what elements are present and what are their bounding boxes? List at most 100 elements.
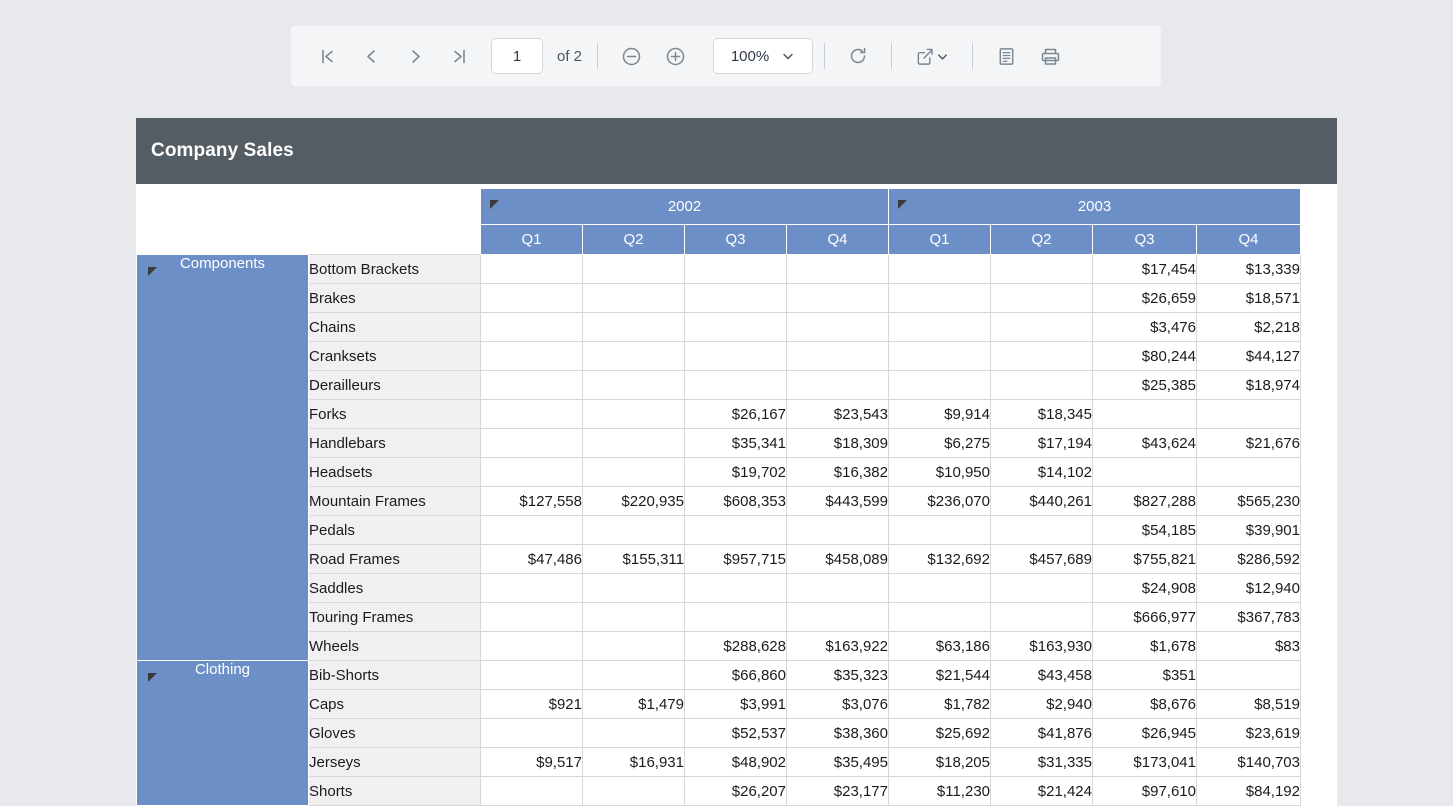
value-cell: $21,424 — [991, 777, 1093, 806]
value-cell: $35,495 — [787, 748, 889, 777]
last-page-button[interactable] — [437, 36, 481, 76]
table-row: Forks$26,167$23,543$9,914$18,345 — [137, 400, 1301, 429]
row-label-cell: Mountain Frames — [309, 487, 481, 516]
matrix-body: ComponentsBottom Brackets$17,454$13,339B… — [137, 255, 1301, 806]
table-row: ClothingBib-Shorts$66,860$35,323$21,544$… — [137, 661, 1301, 690]
print-icon — [1039, 45, 1062, 68]
value-cell — [991, 255, 1093, 284]
zoom-level-dropdown[interactable]: 100% — [713, 38, 813, 74]
next-page-icon — [406, 47, 425, 66]
quarter-header-2002-Q3[interactable]: Q3 — [685, 225, 787, 255]
value-cell — [889, 313, 991, 342]
quarter-header-2002-Q1[interactable]: Q1 — [481, 225, 583, 255]
value-cell — [481, 284, 583, 313]
value-cell — [787, 342, 889, 371]
row-label-cell: Headsets — [309, 458, 481, 487]
table-row: Pedals$54,185$39,901 — [137, 516, 1301, 545]
year-header-2003[interactable]: 2003 — [889, 189, 1301, 225]
document-outline-icon — [996, 46, 1017, 67]
row-label-cell: Saddles — [309, 574, 481, 603]
value-cell: $17,454 — [1093, 255, 1197, 284]
matrix-header: 20022003 Q1Q2Q3Q4Q1Q2Q3Q4 — [137, 189, 1301, 255]
value-cell: $41,876 — [991, 719, 1093, 748]
print-button[interactable] — [1028, 36, 1072, 76]
value-cell — [481, 342, 583, 371]
collapse-triangle-icon[interactable] — [148, 267, 157, 276]
value-cell — [889, 574, 991, 603]
value-cell — [991, 371, 1093, 400]
value-cell: $11,230 — [889, 777, 991, 806]
value-cell — [481, 458, 583, 487]
toolbar-divider-2 — [824, 43, 825, 69]
toggle-panel-button[interactable] — [984, 36, 1028, 76]
value-cell — [583, 313, 685, 342]
value-cell: $48,902 — [685, 748, 787, 777]
value-cell: $608,353 — [685, 487, 787, 516]
page-title: Company Sales — [151, 140, 294, 162]
value-cell — [787, 313, 889, 342]
value-cell: $155,311 — [583, 545, 685, 574]
value-cell: $140,703 — [1197, 748, 1301, 777]
year-header-label: 2002 — [668, 198, 701, 215]
quarter-header-2003-Q1[interactable]: Q1 — [889, 225, 991, 255]
value-cell: $25,692 — [889, 719, 991, 748]
zoom-in-button[interactable] — [653, 36, 697, 76]
value-cell — [889, 371, 991, 400]
value-cell — [583, 603, 685, 632]
value-cell — [787, 284, 889, 313]
value-cell: $2,940 — [991, 690, 1093, 719]
value-cell — [583, 516, 685, 545]
value-cell: $755,821 — [1093, 545, 1197, 574]
value-cell: $1,479 — [583, 690, 685, 719]
row-label-cell: Shorts — [309, 777, 481, 806]
value-cell: $351 — [1093, 661, 1197, 690]
value-cell — [787, 603, 889, 632]
first-page-button[interactable] — [305, 36, 349, 76]
refresh-icon — [847, 45, 869, 67]
group-header-label: Components — [137, 255, 308, 272]
value-cell: $26,945 — [1093, 719, 1197, 748]
previous-page-button[interactable] — [349, 36, 393, 76]
value-cell — [991, 284, 1093, 313]
zoom-out-button[interactable] — [609, 36, 653, 76]
value-cell: $54,185 — [1093, 516, 1197, 545]
quarter-header-2003-Q3[interactable]: Q3 — [1093, 225, 1197, 255]
next-page-button[interactable] — [393, 36, 437, 76]
value-cell: $26,659 — [1093, 284, 1197, 313]
value-cell — [481, 429, 583, 458]
row-label-cell: Chains — [309, 313, 481, 342]
page-number-input[interactable] — [491, 38, 543, 74]
value-cell — [889, 342, 991, 371]
toolbar-divider-1 — [597, 43, 598, 69]
quarter-header-2003-Q4[interactable]: Q4 — [1197, 225, 1301, 255]
refresh-button[interactable] — [836, 36, 880, 76]
sales-matrix-table: 20022003 Q1Q2Q3Q4Q1Q2Q3Q4 ComponentsBott… — [136, 188, 1301, 806]
value-cell: $127,558 — [481, 487, 583, 516]
collapse-triangle-icon[interactable] — [148, 673, 157, 682]
collapse-triangle-icon[interactable] — [490, 200, 499, 209]
value-cell — [889, 603, 991, 632]
group-header-components[interactable]: Components — [137, 255, 309, 661]
value-cell — [583, 342, 685, 371]
value-cell — [889, 255, 991, 284]
value-cell — [889, 516, 991, 545]
year-header-2002[interactable]: 2002 — [481, 189, 889, 225]
value-cell: $35,341 — [685, 429, 787, 458]
collapse-triangle-icon[interactable] — [898, 200, 907, 209]
value-cell: $3,991 — [685, 690, 787, 719]
export-button[interactable] — [903, 36, 961, 76]
value-cell: $3,076 — [787, 690, 889, 719]
quarter-header-2002-Q2[interactable]: Q2 — [583, 225, 685, 255]
quarter-header-2003-Q2[interactable]: Q2 — [991, 225, 1093, 255]
table-row: Gloves$52,537$38,360$25,692$41,876$26,94… — [137, 719, 1301, 748]
value-cell — [787, 574, 889, 603]
value-cell — [481, 516, 583, 545]
group-header-clothing[interactable]: Clothing — [137, 661, 309, 806]
value-cell — [1093, 400, 1197, 429]
value-cell: $52,537 — [685, 719, 787, 748]
last-page-icon — [450, 47, 469, 66]
quarter-header-2002-Q4[interactable]: Q4 — [787, 225, 889, 255]
value-cell — [1197, 458, 1301, 487]
value-cell: $565,230 — [1197, 487, 1301, 516]
value-cell: $26,207 — [685, 777, 787, 806]
